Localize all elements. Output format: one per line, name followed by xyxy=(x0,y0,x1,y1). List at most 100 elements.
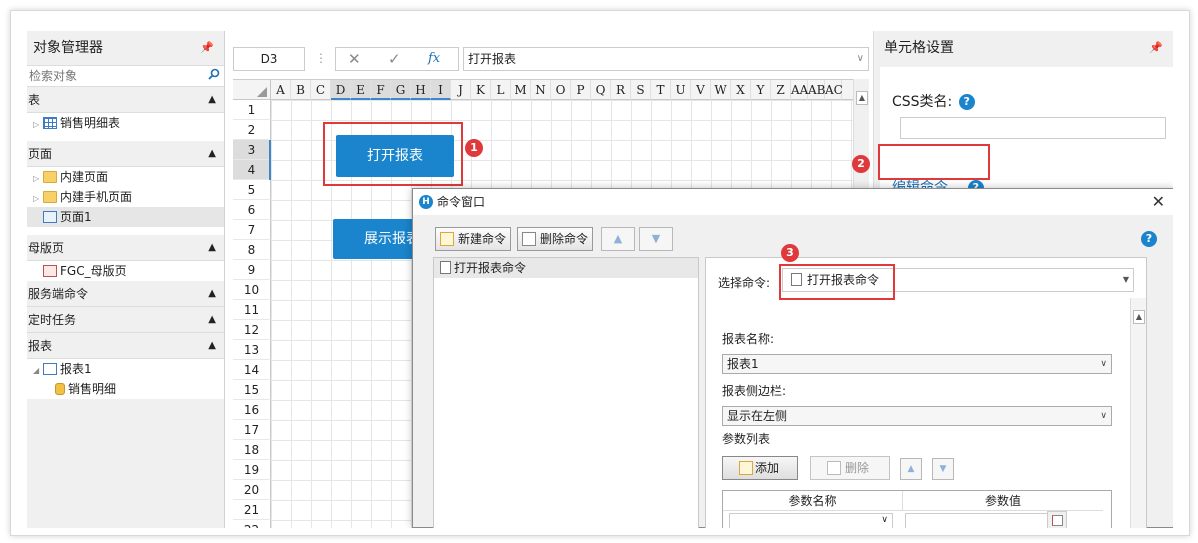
row-header[interactable]: 17 xyxy=(233,420,271,440)
row-header[interactable]: 12 xyxy=(233,320,271,340)
report-sidebar-select[interactable]: 显示在左侧 ∨ xyxy=(722,406,1112,426)
column-header[interactable]: K xyxy=(471,80,491,100)
collapse-icon[interactable]: ◢ xyxy=(33,361,43,381)
section-server-commands[interactable]: 服务端命令 ▲ xyxy=(27,281,224,307)
column-header[interactable]: Q xyxy=(591,80,611,100)
column-header[interactable]: E xyxy=(351,80,371,100)
confirm-icon[interactable]: ✓ xyxy=(388,50,401,68)
new-command-button[interactable]: 新建命令 xyxy=(435,227,512,251)
row-header[interactable]: 8 xyxy=(233,240,271,260)
move-down-button[interactable]: ▼ xyxy=(639,227,673,251)
row-header[interactable]: 6 xyxy=(233,200,271,220)
chevron-up-icon[interactable]: ▲ xyxy=(208,281,216,307)
report-name-select[interactable]: 报表1 ∨ xyxy=(722,354,1112,374)
chevron-down-icon[interactable]: ∨ xyxy=(1100,355,1107,373)
column-header[interactable]: A xyxy=(271,80,291,100)
pin-icon[interactable]: 📌 xyxy=(200,31,214,65)
chevron-up-icon[interactable]: ▲ xyxy=(208,307,216,333)
column-header[interactable]: F xyxy=(371,80,391,100)
column-header[interactable]: C xyxy=(311,80,331,100)
chevron-up-icon[interactable]: ▲ xyxy=(208,333,216,359)
pin-icon[interactable]: 📌 xyxy=(1149,31,1163,65)
param-value-input[interactable] xyxy=(905,513,1049,528)
column-header[interactable]: X xyxy=(731,80,751,100)
column-header[interactable]: R xyxy=(611,80,631,100)
row-header[interactable]: 5 xyxy=(233,180,271,200)
formula-picker-button[interactable] xyxy=(1047,511,1067,528)
tree-item-page1[interactable]: 页面1 xyxy=(27,207,224,227)
move-up-button[interactable]: ▲ xyxy=(601,227,635,251)
row-header[interactable]: 19 xyxy=(233,460,271,480)
column-header[interactable]: W xyxy=(711,80,731,100)
help-icon[interactable]: ? xyxy=(958,94,975,110)
dropdown-arrow-icon[interactable]: ▼ xyxy=(1123,269,1129,291)
settings-scrollbar[interactable]: ▲ xyxy=(1130,298,1146,528)
section-master-pages[interactable]: 母版页 ▲ xyxy=(27,235,224,261)
tree-item-report1[interactable]: ◢ 报表1 xyxy=(27,359,224,379)
column-header[interactable]: L xyxy=(491,80,511,100)
column-header[interactable]: O xyxy=(551,80,571,100)
delete-command-button[interactable]: 删除命令 xyxy=(517,227,594,251)
search-input[interactable] xyxy=(27,66,197,86)
chevron-up-icon[interactable]: ▲ xyxy=(208,141,216,167)
column-header[interactable]: Z xyxy=(771,80,791,100)
css-class-input[interactable] xyxy=(900,117,1166,139)
column-header[interactable]: M xyxy=(511,80,531,100)
chevron-up-icon[interactable]: ▲ xyxy=(208,235,216,261)
row-header[interactable]: 14 xyxy=(233,360,271,380)
column-header[interactable]: G xyxy=(391,80,411,100)
row-header[interactable]: 2 xyxy=(233,120,271,140)
row-header[interactable]: 21 xyxy=(233,500,271,520)
column-header[interactable]: D xyxy=(331,80,351,100)
cell-name-box[interactable]: D3 xyxy=(233,47,305,71)
section-reports[interactable]: 报表 ▲ xyxy=(27,333,224,359)
select-all-corner[interactable] xyxy=(233,80,271,100)
tree-item-builtin-pages[interactable]: ▷ 内建页面 xyxy=(27,167,224,187)
formula-input[interactable]: 打开报表 ∨ xyxy=(463,47,869,71)
column-header[interactable]: N xyxy=(531,80,551,100)
row-header[interactable]: 7 xyxy=(233,220,271,240)
row-header[interactable]: 18 xyxy=(233,440,271,460)
row-header[interactable]: 10 xyxy=(233,280,271,300)
scroll-up-icon[interactable]: ▲ xyxy=(856,91,868,105)
chevron-down-icon[interactable]: ∨ xyxy=(881,515,888,525)
tree-item-sales-detail[interactable]: 销售明细 xyxy=(27,379,224,399)
close-icon[interactable]: ✕ xyxy=(1152,189,1165,215)
section-pages[interactable]: 页面 ▲ xyxy=(27,141,224,167)
section-scheduled-tasks[interactable]: 定时任务 ▲ xyxy=(27,307,224,333)
search-icon[interactable] xyxy=(208,68,220,80)
tree-item-builtin-mobile-pages[interactable]: ▷ 内建手机页面 xyxy=(27,187,224,207)
column-header[interactable]: B xyxy=(291,80,311,100)
tree-item-master-page[interactable]: FGC_母版页 xyxy=(27,261,224,281)
chevron-down-icon[interactable]: ∨ xyxy=(1100,407,1107,425)
column-header[interactable]: U xyxy=(671,80,691,100)
expand-formula-icon[interactable]: ∨ xyxy=(857,48,864,70)
row-header[interactable]: 11 xyxy=(233,300,271,320)
cancel-icon[interactable]: ✕ xyxy=(348,50,361,68)
column-header[interactable]: H xyxy=(411,80,431,100)
tree-item-sales-table[interactable]: ▷ 销售明细表 xyxy=(27,113,224,133)
column-header[interactable]: AB xyxy=(808,80,825,100)
expand-icon[interactable]: ▷ xyxy=(33,169,43,189)
column-header[interactable]: I xyxy=(431,80,451,100)
add-param-button[interactable]: 添加 xyxy=(722,456,798,480)
column-header[interactable]: P xyxy=(571,80,591,100)
row-header[interactable]: 22 xyxy=(233,520,271,528)
column-header[interactable]: V xyxy=(691,80,711,100)
column-header[interactable]: AA xyxy=(791,80,808,100)
chevron-up-icon[interactable]: ▲ xyxy=(208,87,216,113)
row-header[interactable]: 15 xyxy=(233,380,271,400)
function-icon[interactable]: fx xyxy=(428,51,440,66)
delete-param-button[interactable]: 删除 xyxy=(810,456,890,480)
row-header[interactable]: 20 xyxy=(233,480,271,500)
section-tables[interactable]: 表 ▲ xyxy=(27,87,224,113)
param-move-up-button[interactable]: ▲ xyxy=(900,458,922,480)
dialog-help-icon[interactable]: ? xyxy=(1141,231,1157,247)
row-header[interactable]: 16 xyxy=(233,400,271,420)
column-header[interactable]: J xyxy=(451,80,471,100)
row-header[interactable]: 4 xyxy=(233,160,271,180)
row-header[interactable]: 9 xyxy=(233,260,271,280)
param-name-select[interactable]: ∨ xyxy=(729,513,893,528)
column-header[interactable]: AC xyxy=(825,80,843,100)
command-list-item[interactable]: 打开报表命令 xyxy=(434,258,698,278)
